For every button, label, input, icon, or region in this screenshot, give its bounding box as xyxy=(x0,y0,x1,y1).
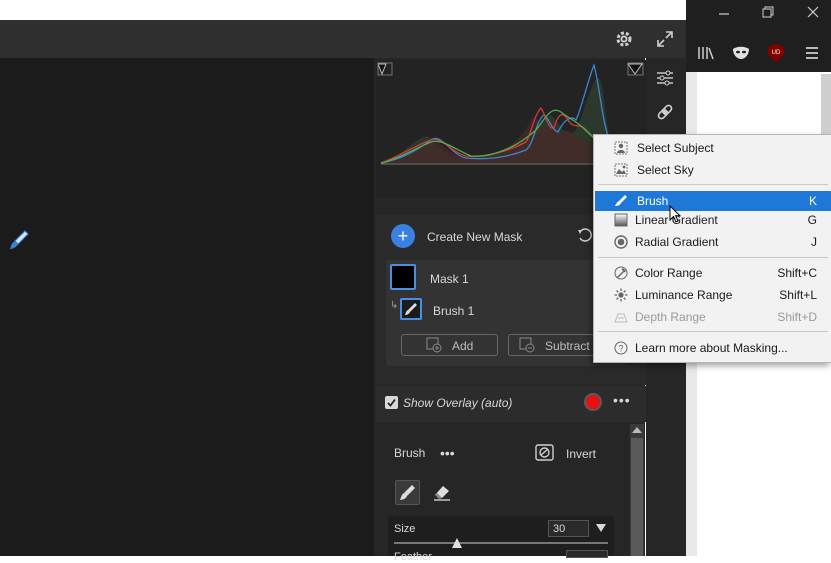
menu-separator xyxy=(598,331,828,332)
menu-item-color-range[interactable]: Color Range Shift+C xyxy=(595,263,831,283)
create-mask-plus-icon[interactable]: + xyxy=(391,224,415,248)
hamburger-icon[interactable] xyxy=(800,41,824,65)
image-canvas[interactable] xyxy=(0,58,374,556)
menu-item-select-subject[interactable]: Select Subject xyxy=(595,138,831,158)
menu-separator xyxy=(598,257,828,258)
svg-text:?: ? xyxy=(618,344,623,354)
scroll-up-icon[interactable] xyxy=(632,427,642,433)
show-overlay-label[interactable]: Show Overlay (auto) xyxy=(403,396,512,410)
size-dropdown-icon[interactable] xyxy=(596,524,606,532)
mask-item[interactable]: Mask 1 xyxy=(386,263,626,293)
add-button-label: Add xyxy=(452,339,474,353)
invert-icon[interactable] xyxy=(535,444,555,462)
menu-item-depth-range: Depth Range Shift+D xyxy=(595,307,831,327)
mask-component-label: Brush 1 xyxy=(433,304,475,318)
menu-item-radial-gradient[interactable]: Radial Gradient J xyxy=(595,232,831,252)
menu-item-brush[interactable]: Brush K xyxy=(595,191,831,211)
subtract-mask-icon xyxy=(519,337,535,353)
brush-icon xyxy=(615,195,627,206)
subject-icon xyxy=(614,141,628,155)
subtract-button[interactable]: Subtract xyxy=(508,334,594,356)
ublock-badge: UD xyxy=(768,44,784,62)
menu-item-linear-gradient[interactable]: Linear Gradient G xyxy=(595,210,831,230)
window-top-strip xyxy=(0,0,686,20)
reset-icon[interactable] xyxy=(576,226,594,244)
size-input[interactable]: 30 xyxy=(548,520,589,537)
menu-item-learn-more[interactable]: ? Learn more about Masking... xyxy=(595,338,831,358)
library-icon[interactable] xyxy=(694,41,718,65)
linear-gradient-icon xyxy=(614,213,628,227)
help-icon: ? xyxy=(614,341,628,355)
depth-range-icon xyxy=(614,313,628,323)
mask-extension-icon[interactable] xyxy=(729,41,753,65)
create-new-mask-label[interactable]: Create New Mask xyxy=(427,230,522,244)
size-slider-track[interactable] xyxy=(394,542,608,544)
eraser-icon[interactable] xyxy=(431,482,453,502)
radial-gradient-icon xyxy=(614,235,628,249)
luminance-range-icon xyxy=(614,288,628,302)
menu-item-select-sky[interactable]: Select Sky xyxy=(595,160,831,180)
size-label: Size xyxy=(394,523,416,535)
mask-thumbnail xyxy=(390,264,416,290)
app-toolbar xyxy=(0,20,686,58)
color-range-icon xyxy=(614,266,628,280)
overlay-more-icon[interactable]: ••• xyxy=(613,393,631,408)
brush-title: Brush xyxy=(394,446,426,460)
brush-cursor-icon xyxy=(10,230,29,249)
add-button[interactable]: Add xyxy=(401,334,498,356)
child-arrow-icon: ↳ xyxy=(390,300,399,311)
healing-icon[interactable] xyxy=(653,100,677,124)
feather-input[interactable] xyxy=(566,550,608,558)
menu-item-luminance-range[interactable]: Luminance Range Shift+L xyxy=(595,285,831,305)
overlay-color-swatch[interactable] xyxy=(584,393,602,411)
menu-separator xyxy=(598,184,828,185)
show-overlay-checkbox[interactable] xyxy=(385,396,398,409)
add-mask-icon xyxy=(426,337,442,353)
restore-icon[interactable] xyxy=(756,0,780,24)
minimize-icon[interactable] xyxy=(712,0,736,24)
mask-component-item[interactable]: ↳ Brush 1 xyxy=(386,295,626,325)
close-icon[interactable] xyxy=(801,0,825,24)
browser-scrollbar[interactable] xyxy=(821,74,831,134)
brush-more-icon[interactable]: ••• xyxy=(440,446,458,460)
scrollbar-thumb[interactable] xyxy=(631,438,643,556)
mask-type-menu: Select Subject Select Sky Brush K Linear… xyxy=(593,134,831,363)
mouse-cursor-icon xyxy=(669,205,682,223)
expand-icon[interactable] xyxy=(653,27,677,51)
ublock-icon[interactable]: UD xyxy=(764,41,788,65)
invert-label[interactable]: Invert xyxy=(566,447,596,461)
sliders-icon[interactable] xyxy=(653,66,677,90)
gear-icon[interactable] xyxy=(612,27,636,51)
mask-item-label: Mask 1 xyxy=(430,272,469,286)
brush-paint-button[interactable] xyxy=(395,480,420,505)
feather-label: Feather xyxy=(394,551,432,563)
brush-thumbnail xyxy=(400,298,422,320)
sky-icon xyxy=(614,163,628,177)
browser-toolbar: UD xyxy=(686,0,831,72)
subtract-button-label: Subtract xyxy=(545,339,590,353)
